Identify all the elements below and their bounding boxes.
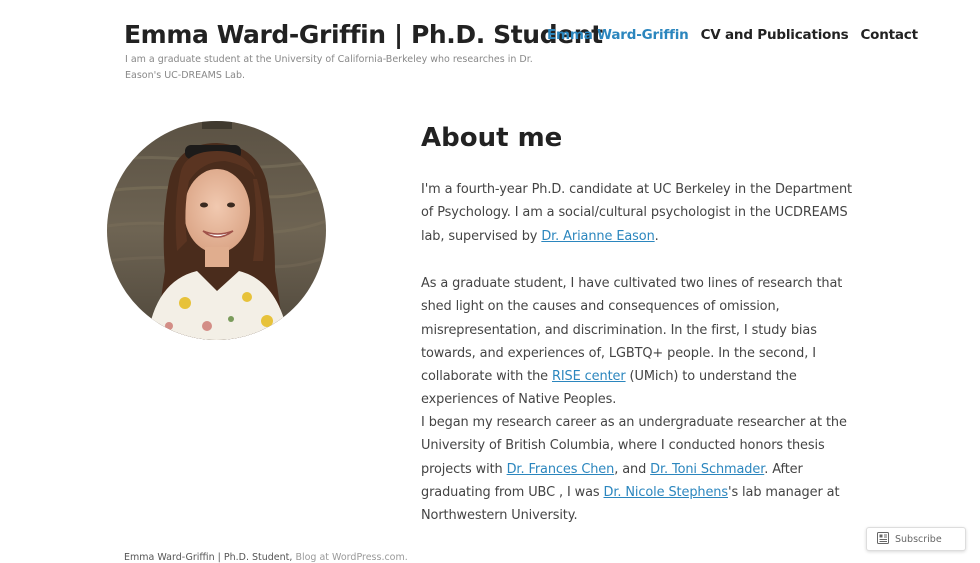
link-rise-center[interactable]: RISE center bbox=[552, 369, 626, 384]
nav-item-home[interactable]: Emma Ward-Griffin bbox=[547, 27, 689, 43]
background-paragraph: I began my research career as an undergr… bbox=[421, 411, 866, 527]
link-frances-chen[interactable]: Dr. Frances Chen bbox=[507, 462, 615, 477]
subscribe-button[interactable]: Subscribe bbox=[866, 527, 966, 551]
main-navigation: Emma Ward-Griffin CV and Publications Co… bbox=[547, 27, 918, 43]
site-footer: Emma Ward-Griffin | Ph.D. Student, Blog … bbox=[124, 552, 408, 563]
link-toni-schmader[interactable]: Dr. Toni Schmader bbox=[650, 462, 764, 477]
footer-site-name[interactable]: Emma Ward-Griffin | Ph.D. Student, bbox=[124, 552, 292, 563]
nav-item-cv-publications[interactable]: CV and Publications bbox=[701, 27, 849, 43]
p1-text-after: . bbox=[654, 228, 659, 244]
main-content: About me I'm a fourth-year Ph.D. candida… bbox=[421, 120, 866, 523]
link-arianne-eason[interactable]: Dr. Arianne Eason bbox=[541, 229, 654, 244]
site-description: I am a graduate student at the Universit… bbox=[125, 54, 533, 81]
link-nicole-stephens[interactable]: Dr. Nicole Stephens bbox=[604, 485, 729, 500]
page-title: About me bbox=[421, 123, 563, 153]
site-title[interactable]: Emma Ward-Griffin | Ph.D. Student bbox=[124, 20, 603, 49]
footer-powered-by[interactable]: Blog at WordPress.com. bbox=[295, 552, 407, 563]
subscribe-label: Subscribe bbox=[895, 533, 942, 545]
intro-paragraph: I'm a fourth-year Ph.D. candidate at UC … bbox=[421, 178, 866, 248]
p2-text-before: As a graduate student, I have cultivated… bbox=[421, 276, 843, 385]
profile-photo bbox=[107, 121, 326, 340]
nav-item-contact[interactable]: Contact bbox=[860, 27, 918, 43]
research-paragraph: As a graduate student, I have cultivated… bbox=[421, 272, 866, 412]
p3-text-mid1: , and bbox=[614, 461, 651, 477]
reader-icon bbox=[877, 531, 889, 547]
